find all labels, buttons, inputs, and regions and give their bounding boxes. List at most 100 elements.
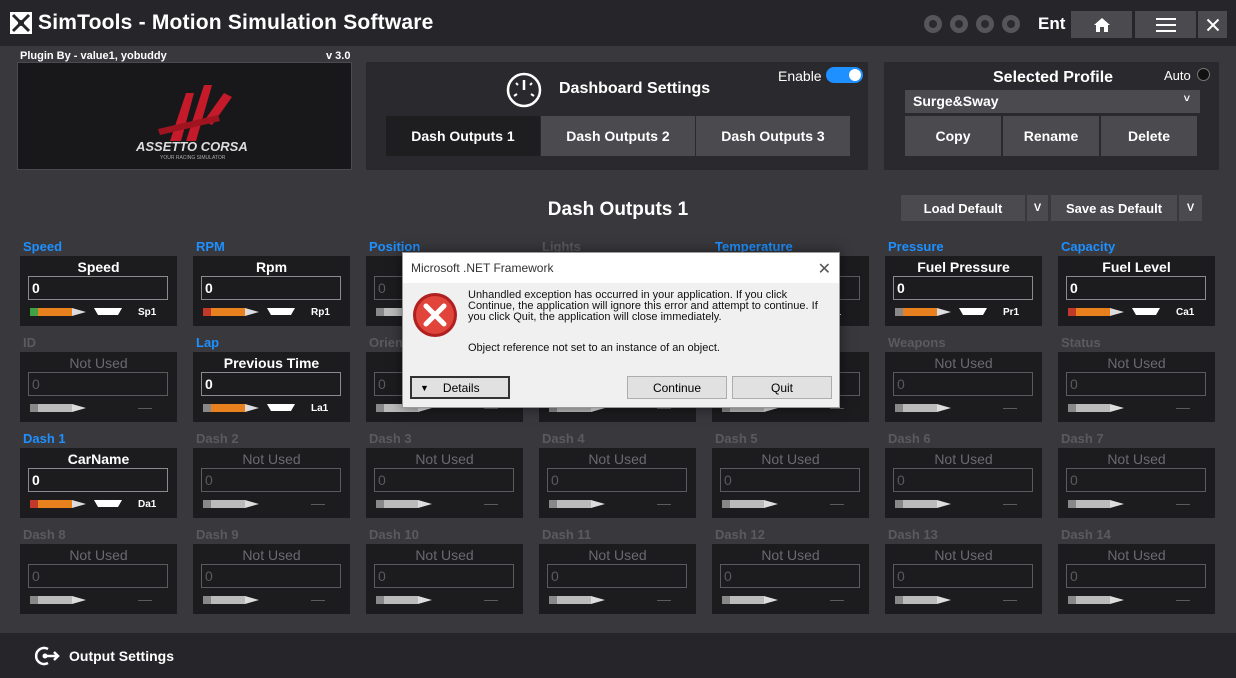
save-default-dropdown[interactable]: V xyxy=(1179,195,1202,221)
home-button[interactable] xyxy=(1071,11,1132,38)
output-name: Not Used xyxy=(1107,355,1166,371)
triangle-down-icon: ▼ xyxy=(420,382,429,393)
details-button[interactable]: ▼ Details xyxy=(410,376,510,399)
pencil-slider-icon[interactable] xyxy=(895,498,953,510)
output-name: Not Used xyxy=(1107,547,1166,563)
pencil-slider-icon[interactable] xyxy=(895,306,953,318)
pencil-slider-icon[interactable] xyxy=(1068,402,1126,414)
quit-button[interactable]: Quit xyxy=(732,376,832,399)
output-label: Dash 5 xyxy=(715,431,758,446)
error-dialog: Microsoft .NET Framework ✕ Unhandled exc… xyxy=(402,252,840,408)
copy-button[interactable]: Copy xyxy=(905,116,1001,156)
output-name: Previous Time xyxy=(223,355,320,371)
pencil-slider-icon[interactable] xyxy=(1068,306,1126,318)
output-value-field[interactable]: 0 xyxy=(201,468,341,492)
pencil-slider-icon[interactable] xyxy=(30,594,88,606)
settings-icon[interactable] xyxy=(950,15,968,33)
title-bar: SimTools - Motion Simulation Software En… xyxy=(0,0,1236,46)
output-label: Dash 14 xyxy=(1061,527,1111,542)
output-value-field[interactable]: 0 xyxy=(893,564,1033,588)
output-cell: Rpm 0 Rp1 xyxy=(193,256,350,326)
output-value-field[interactable]: 0 xyxy=(374,564,514,588)
output-label: Dash 8 xyxy=(23,527,66,542)
output-cell: Not Used 0 xyxy=(193,448,350,518)
output-value-field[interactable]: 0 xyxy=(547,564,687,588)
output-value-field[interactable]: 0 xyxy=(1066,372,1206,396)
pencil-slider-icon[interactable] xyxy=(549,594,607,606)
output-value-field[interactable]: 0 xyxy=(1066,564,1206,588)
menu-icon xyxy=(1155,17,1176,32)
error-icon xyxy=(413,293,457,337)
output-value-field[interactable]: 0 xyxy=(201,372,341,396)
output-code: La1 xyxy=(311,403,329,414)
output-value-field[interactable]: 0 xyxy=(28,564,168,588)
output-name: Not Used xyxy=(69,355,128,371)
pencil-slider-icon[interactable] xyxy=(895,402,953,414)
output-value-field[interactable]: 0 xyxy=(893,276,1033,300)
enable-toggle[interactable] xyxy=(826,67,863,83)
output-code-placeholder xyxy=(657,504,671,505)
output-value-field[interactable]: 0 xyxy=(1066,276,1206,300)
output-value-field[interactable]: 0 xyxy=(893,372,1033,396)
pencil-slider-icon[interactable] xyxy=(722,498,780,510)
pencil-slider-icon[interactable] xyxy=(203,306,261,318)
output-value-field[interactable]: 0 xyxy=(547,468,687,492)
auto-radio[interactable] xyxy=(1197,68,1210,81)
pencil-slider-icon[interactable] xyxy=(376,498,434,510)
rename-button[interactable]: Rename xyxy=(1003,116,1099,156)
output-name: Speed xyxy=(77,259,120,275)
tab-dash-outputs-3[interactable]: Dash Outputs 3 xyxy=(696,116,850,156)
load-default-button[interactable]: Load Default xyxy=(901,195,1025,221)
output-value-field[interactable]: 0 xyxy=(374,468,514,492)
output-settings-label[interactable]: Output Settings xyxy=(69,648,174,664)
output-value-field[interactable]: 0 xyxy=(28,372,168,396)
pencil-slider-icon[interactable] xyxy=(203,402,261,414)
output-value-field[interactable]: 0 xyxy=(28,468,168,492)
save-default-button[interactable]: Save as Default xyxy=(1051,195,1177,221)
download-icon[interactable] xyxy=(924,15,942,33)
output-label: Dash 2 xyxy=(196,431,239,446)
output-value-field[interactable]: 0 xyxy=(1066,468,1206,492)
logo-subtext: YOUR RACING SIMULATOR xyxy=(160,155,226,161)
pencil-slider-icon[interactable] xyxy=(30,402,88,414)
dialog-detail: Object reference not set to an instance … xyxy=(468,342,720,354)
output-name: Fuel Pressure xyxy=(917,259,1010,275)
load-default-dropdown[interactable]: V xyxy=(1027,195,1048,221)
output-value-field[interactable]: 0 xyxy=(28,276,168,300)
pencil-slider-icon[interactable] xyxy=(30,498,88,510)
output-value-field[interactable]: 0 xyxy=(201,276,341,300)
pencil-slider-icon[interactable] xyxy=(549,498,607,510)
output-value-field[interactable]: 0 xyxy=(893,468,1033,492)
dialog-close-icon[interactable]: ✕ xyxy=(818,259,831,279)
output-value-field[interactable]: 0 xyxy=(720,468,860,492)
pencil-slider-icon[interactable] xyxy=(376,594,434,606)
edit-icon[interactable] xyxy=(976,15,994,33)
profile-dropdown[interactable]: Surge&Sway ˅ xyxy=(905,90,1200,113)
pencil-slider-icon[interactable] xyxy=(1068,594,1126,606)
close-button[interactable] xyxy=(1198,11,1227,38)
power-icon[interactable] xyxy=(1002,15,1020,33)
output-settings-icon[interactable] xyxy=(34,645,60,667)
pencil-slider-icon[interactable] xyxy=(722,594,780,606)
tab-dash-outputs-1[interactable]: Dash Outputs 1 xyxy=(386,116,540,156)
pencil-slider-icon[interactable] xyxy=(895,594,953,606)
delete-button[interactable]: Delete xyxy=(1101,116,1197,156)
output-value-field[interactable]: 0 xyxy=(201,564,341,588)
pencil-slider-icon[interactable] xyxy=(1068,498,1126,510)
output-code-placeholder xyxy=(138,408,152,409)
tab-dash-outputs-2[interactable]: Dash Outputs 2 xyxy=(541,116,695,156)
output-code-placeholder xyxy=(830,504,844,505)
menu-button[interactable] xyxy=(1135,11,1196,38)
output-code-placeholder xyxy=(1003,408,1017,409)
simtools-logo-icon xyxy=(10,12,32,34)
output-name: Not Used xyxy=(934,451,993,467)
game-logo: ASSETTO CORSA YOUR RACING SIMULATOR xyxy=(17,62,352,170)
continue-button[interactable]: Continue xyxy=(627,376,727,399)
pencil-slider-icon[interactable] xyxy=(203,498,261,510)
plugin-version: v 3.0 xyxy=(326,50,351,62)
output-value-field[interactable]: 0 xyxy=(720,564,860,588)
dashboard-settings-title: Dashboard Settings xyxy=(559,80,711,97)
pencil-slider-icon[interactable] xyxy=(203,594,261,606)
output-cell: Not Used 0 xyxy=(885,544,1042,614)
pencil-slider-icon[interactable] xyxy=(30,306,88,318)
